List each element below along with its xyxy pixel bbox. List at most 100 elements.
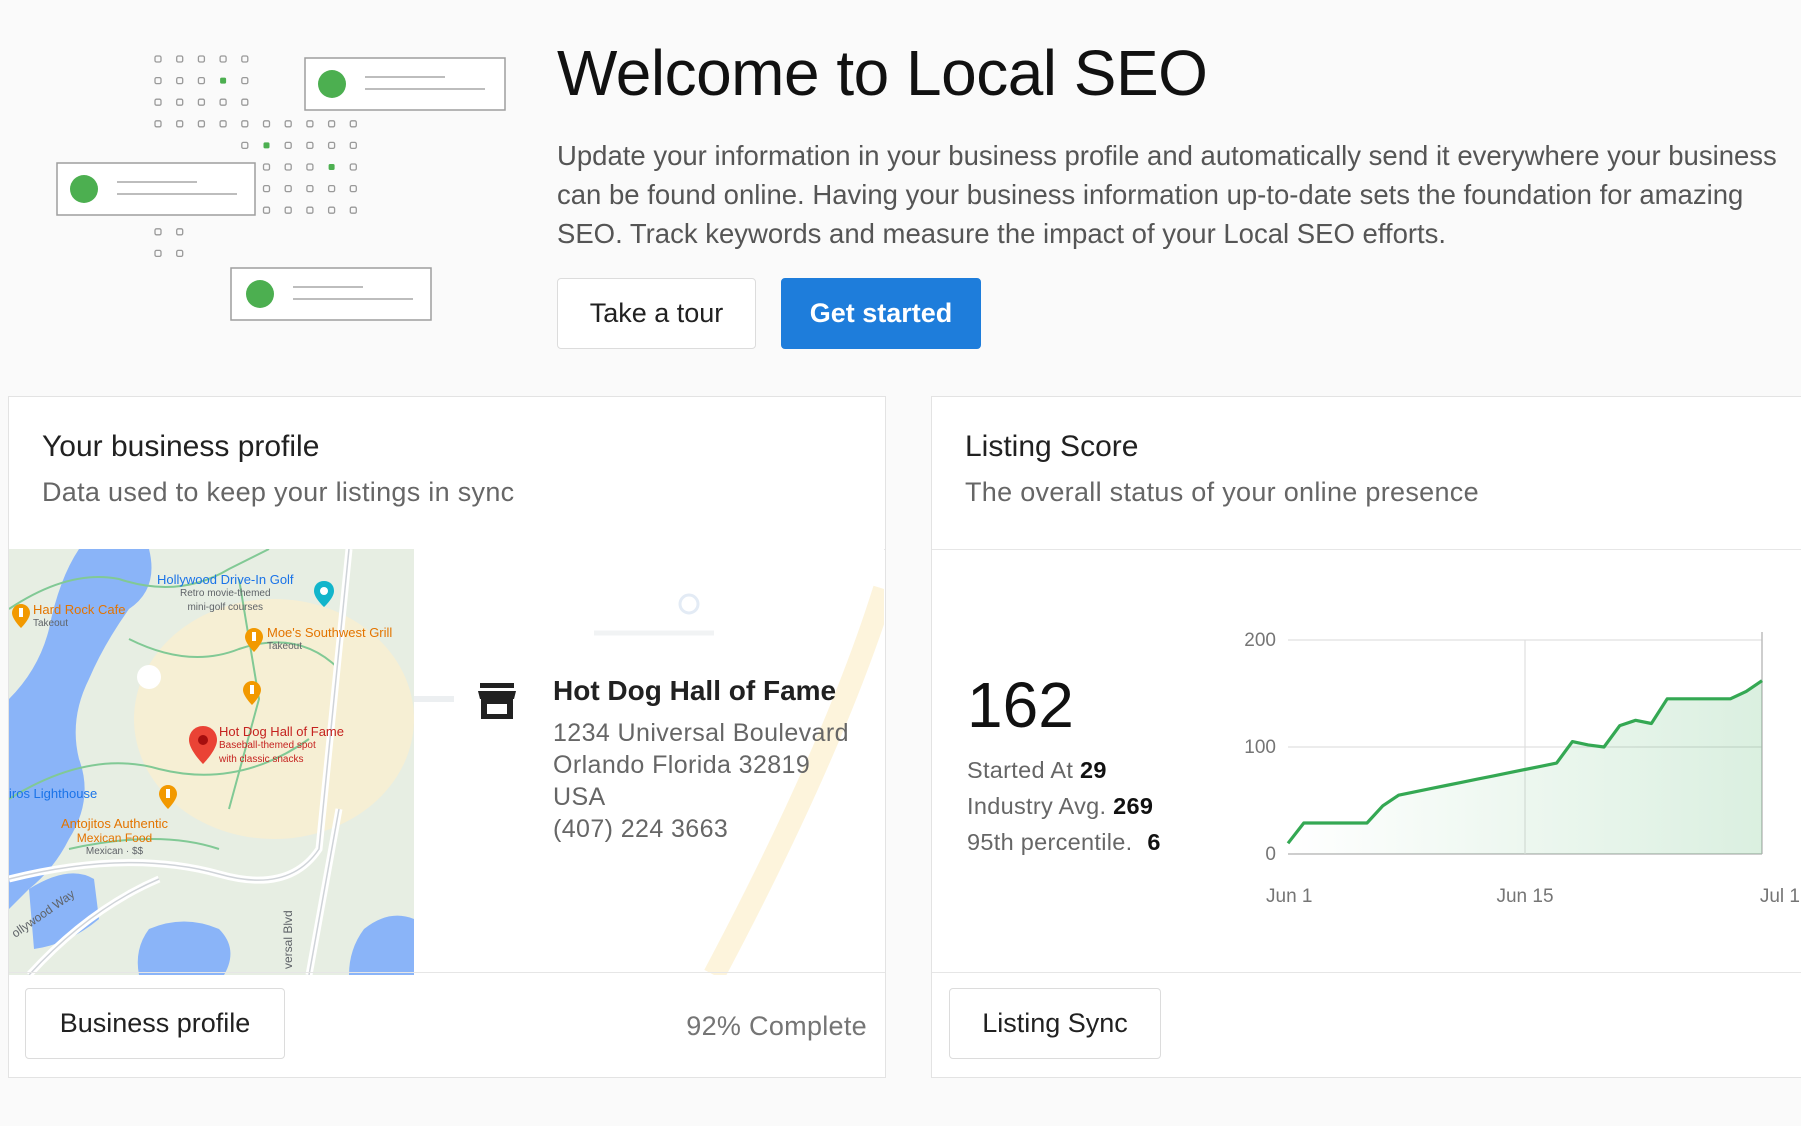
illustration-dot [154, 55, 162, 63]
illustration-dot [349, 184, 357, 193]
started-at-value: 29 [1080, 757, 1107, 783]
illustration-dot [284, 141, 292, 150]
illustration-dot [176, 228, 184, 236]
storefront-icon [478, 683, 516, 724]
illustration-dot [262, 163, 271, 171]
business-phone: (407) 224 3663 [553, 815, 729, 843]
illustration-dot [284, 184, 292, 193]
illustration-dot [349, 206, 357, 214]
illustration-dot [284, 120, 292, 128]
illustration-dot [284, 206, 292, 214]
illustration-dot [241, 98, 249, 106]
illustration-dot [306, 141, 314, 150]
illustration-dot [219, 120, 227, 128]
map-label-drivein: Hollywood Drive-In Golf Retro movie-them… [157, 572, 294, 614]
illustration-dot [220, 77, 227, 84]
illus-card-top [304, 57, 506, 111]
illustration-dot [241, 55, 249, 63]
illus-card-middle [56, 162, 256, 216]
illustration-dot [176, 55, 184, 63]
listing-score-title: Listing Score [965, 430, 1139, 463]
page-title: Welcome to Local SEO [557, 37, 1208, 109]
illustration-dot [176, 120, 184, 128]
illustration-dot [306, 120, 314, 128]
location-pin-icon[interactable] [189, 726, 217, 769]
business-profile-button[interactable]: Business profile [25, 988, 285, 1059]
restaurant-pin-icon[interactable] [245, 628, 263, 657]
illustration-dot [262, 120, 271, 128]
business-name: Hot Dog Hall of Fame [553, 675, 837, 706]
industry-avg-stat: Industry Avg. 269 [967, 793, 1153, 820]
map-street-label: versal Blvd [281, 910, 295, 969]
hero-illustration [56, 55, 506, 321]
percentile-label: 95th percentile. [967, 829, 1133, 855]
listing-sync-button[interactable]: Listing Sync [949, 988, 1161, 1059]
industry-avg-label: Industry Avg. [967, 793, 1107, 819]
illustration-dot [197, 98, 206, 106]
illustration-dot [197, 76, 206, 85]
map-label-lighthouse: iros Lighthouse [9, 786, 98, 801]
illustration-dot [327, 141, 336, 150]
restaurant-pin-icon[interactable] [159, 785, 177, 814]
illustration-dot [176, 98, 184, 106]
business-profile-subtitle: Data used to keep your listings in sync [42, 477, 515, 507]
get-started-button[interactable]: Get started [781, 278, 981, 349]
take-tour-button[interactable]: Take a tour [557, 278, 756, 349]
started-at-label: Started At [967, 757, 1074, 783]
business-city: Orlando Florida 32819 [553, 751, 811, 779]
x-tick-label: Jul 1 [1760, 886, 1800, 907]
illustration-dot [197, 120, 206, 128]
illustration-dot [241, 76, 249, 85]
illustration-dot [327, 120, 336, 128]
listing-score-value: 162 [967, 669, 1074, 741]
illustration-dot [327, 206, 336, 214]
illustration-dot [176, 249, 184, 258]
map-label-moes: Moe's Southwest Grill Takeout [267, 625, 393, 653]
illustration-dot [154, 228, 162, 236]
illustration-dot [349, 163, 357, 171]
illustration-dot [176, 76, 184, 85]
illus-card-bottom [230, 267, 432, 321]
business-street: 1234 Universal Boulevard [553, 719, 849, 747]
y-tick-label: 100 [1244, 737, 1276, 758]
map-label-antojitos: Antojitos Authentic Mexican Food Mexican… [61, 816, 168, 858]
illustration-dot [327, 184, 336, 193]
y-tick-label: 200 [1244, 630, 1276, 651]
restaurant-pin-icon[interactable] [243, 681, 261, 710]
illustration-dot [306, 206, 314, 214]
business-profile-header: Your business profile Data used to keep … [9, 397, 885, 550]
x-tick-label: Jun 1 [1266, 886, 1312, 907]
attraction-pin-icon[interactable] [314, 581, 334, 612]
listing-score-header: Listing Score The overall status of your… [932, 397, 1801, 550]
illustration-dot [154, 249, 162, 258]
illustration-dot [197, 55, 206, 63]
illustration-dot [219, 98, 227, 106]
illustration-dot [219, 55, 227, 63]
illustration-dot [241, 120, 249, 128]
listing-score-subtitle: The overall status of your online presen… [965, 477, 1479, 507]
illustration-dot [262, 184, 271, 193]
illustration-dot [284, 163, 292, 171]
profile-completion: 92% Complete [686, 1011, 867, 1041]
illustration-dot [306, 163, 314, 171]
illustration-dot [154, 76, 162, 85]
listing-score-footer: Listing Sync [932, 972, 1801, 1077]
location-map[interactable]: Hollywood Drive-In Golf Retro movie-them… [9, 549, 414, 975]
illustration-dot [154, 120, 162, 128]
map-label-hotdog: Hot Dog Hall of Fame Baseball-themed spo… [219, 724, 344, 766]
business-country: USA [553, 783, 606, 811]
illustration-dot [349, 120, 357, 128]
illustration-dot [306, 184, 314, 193]
business-profile-footer: Business profile 92% Complete [9, 972, 885, 1077]
percentile-stat: 95th percentile. 6 [967, 829, 1161, 856]
illustration-dot [349, 141, 357, 150]
hero-description: Update your information in your business… [557, 140, 1777, 249]
restaurant-pin-icon[interactable] [12, 604, 30, 633]
illustration-dot [154, 98, 162, 106]
illustration-dot [263, 142, 270, 149]
x-tick-label: Jun 15 [1496, 886, 1553, 907]
map-label-hardrock: Hard Rock Cafe Takeout [33, 602, 126, 630]
business-profile-title: Your business profile [42, 430, 320, 463]
illustration-dot [241, 141, 249, 150]
percentile-value: 6 [1147, 829, 1161, 855]
